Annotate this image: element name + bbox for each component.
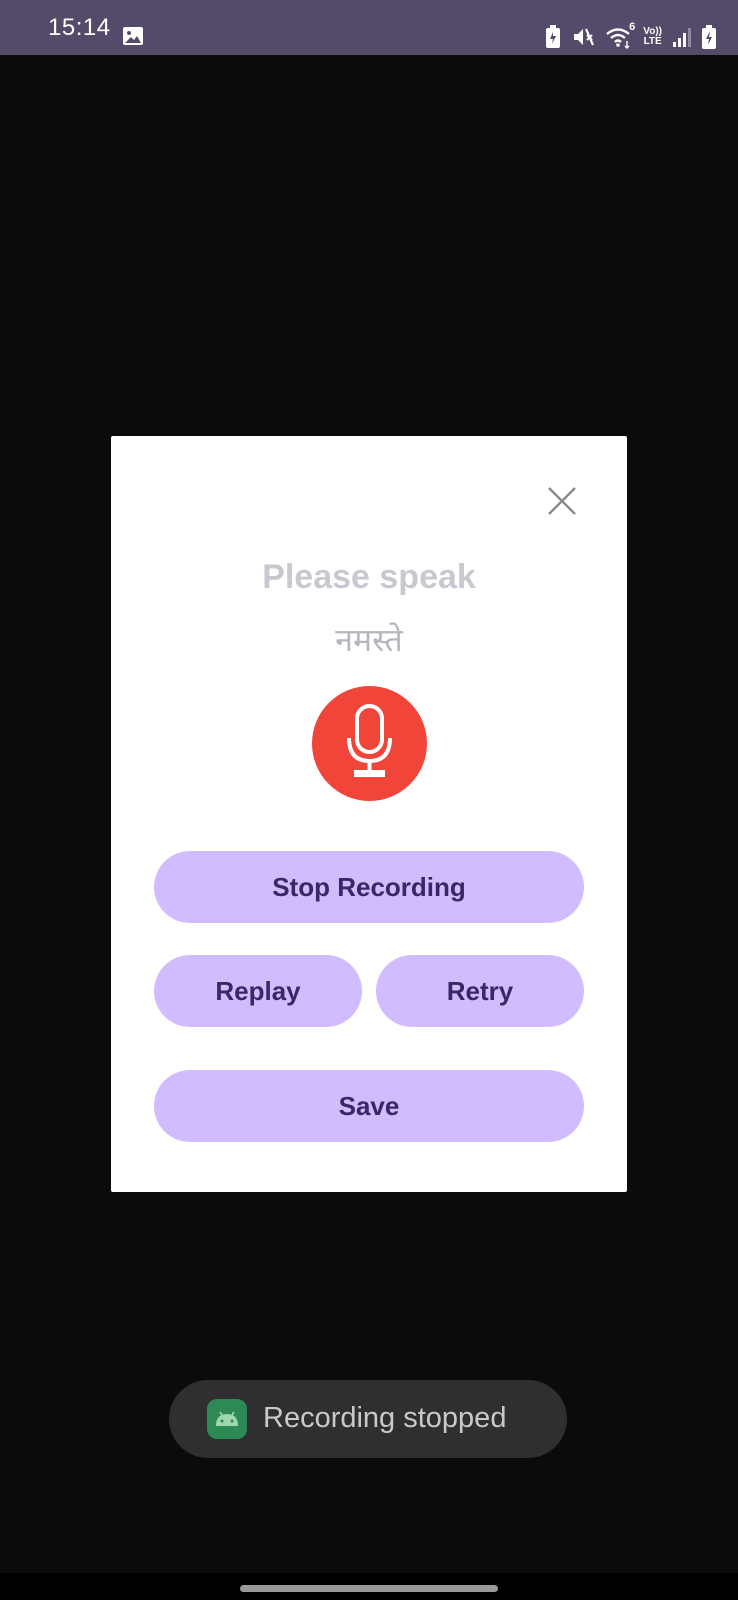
retry-button[interactable]: Retry [376, 955, 584, 1027]
toast: Recording stopped [169, 1380, 567, 1458]
status-bar: 15:14 6 Vo)) LTE [0, 0, 738, 55]
screen: 15:14 6 Vo)) LTE Please speak नमस्ते Sto… [0, 0, 738, 1600]
replay-button[interactable]: Replay [154, 955, 362, 1027]
save-button[interactable]: Save [154, 1070, 584, 1142]
home-gesture-handle[interactable] [240, 1585, 498, 1592]
battery-saver-icon [545, 25, 561, 49]
record-dialog: Please speak नमस्ते Stop Recording Repla… [111, 436, 627, 1192]
target-word: नमस्ते [335, 621, 403, 659]
signal-icon [672, 26, 692, 48]
volte-icon: Vo)) LTE [643, 27, 662, 47]
microphone-icon [347, 704, 392, 777]
mic-button[interactable] [312, 686, 427, 801]
android-app-icon [207, 1399, 247, 1439]
toast-message: Recording stopped [263, 1402, 507, 1434]
battery-charging-icon [702, 25, 716, 49]
dialog-title: Please speak [262, 558, 476, 596]
close-icon[interactable] [544, 483, 580, 519]
wifi-icon: 6 [605, 21, 635, 49]
gallery-icon [122, 26, 144, 51]
mute-icon [571, 25, 595, 49]
status-icons: 6 Vo)) LTE [545, 21, 716, 50]
status-time: 15:14 [48, 14, 111, 41]
wifi-label: 6 [629, 21, 636, 33]
stop-recording-button[interactable]: Stop Recording [154, 851, 584, 923]
volte-bottom-label: LTE [643, 36, 662, 47]
